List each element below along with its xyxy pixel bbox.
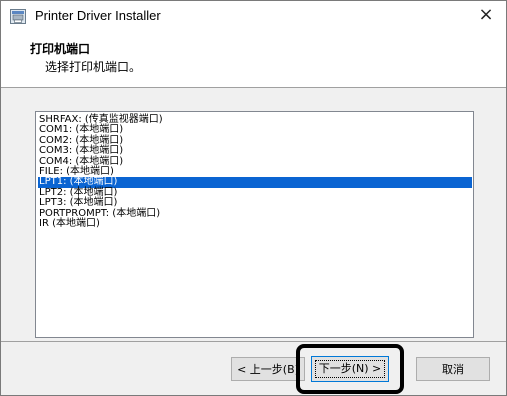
page-subtitle: 选择打印机端口。: [45, 60, 142, 74]
content-area: SHRFAX: (传真监视器端口) COM1: (本地端口) COM2: (本地端口…: [1, 88, 506, 341]
highlight-annotation: [296, 344, 404, 394]
page-header: 打印机端口 选择打印机端口。: [1, 31, 506, 88]
footer-divider: [1, 341, 506, 342]
port-list-item[interactable]: COM3: (本地端口): [38, 145, 472, 156]
window-title: Printer Driver Installer: [35, 8, 161, 23]
back-button[interactable]: < 上一步(B): [231, 357, 305, 381]
cancel-button[interactable]: 取消: [416, 357, 490, 381]
port-list-item[interactable]: PORTPROMPT: (本地端口): [38, 208, 472, 219]
printer-installer-icon: [10, 9, 26, 24]
port-list: SHRFAX: (传真监视器端口) COM1: (本地端口) COM2: (本地端口…: [38, 114, 472, 229]
port-list-item[interactable]: IR (本地端口): [38, 218, 472, 229]
port-listbox[interactable]: SHRFAX: (传真监视器端口) COM1: (本地端口) COM2: (本地端口…: [35, 111, 474, 338]
close-icon[interactable]: ×: [466, 1, 506, 31]
installer-window: Printer Driver Installer × 打印机端口 选择打印机端口…: [0, 0, 507, 396]
port-list-item[interactable]: LPT3: (本地端口): [38, 197, 472, 208]
title-bar: Printer Driver Installer ×: [1, 1, 506, 31]
page-title: 打印机端口: [30, 42, 91, 56]
